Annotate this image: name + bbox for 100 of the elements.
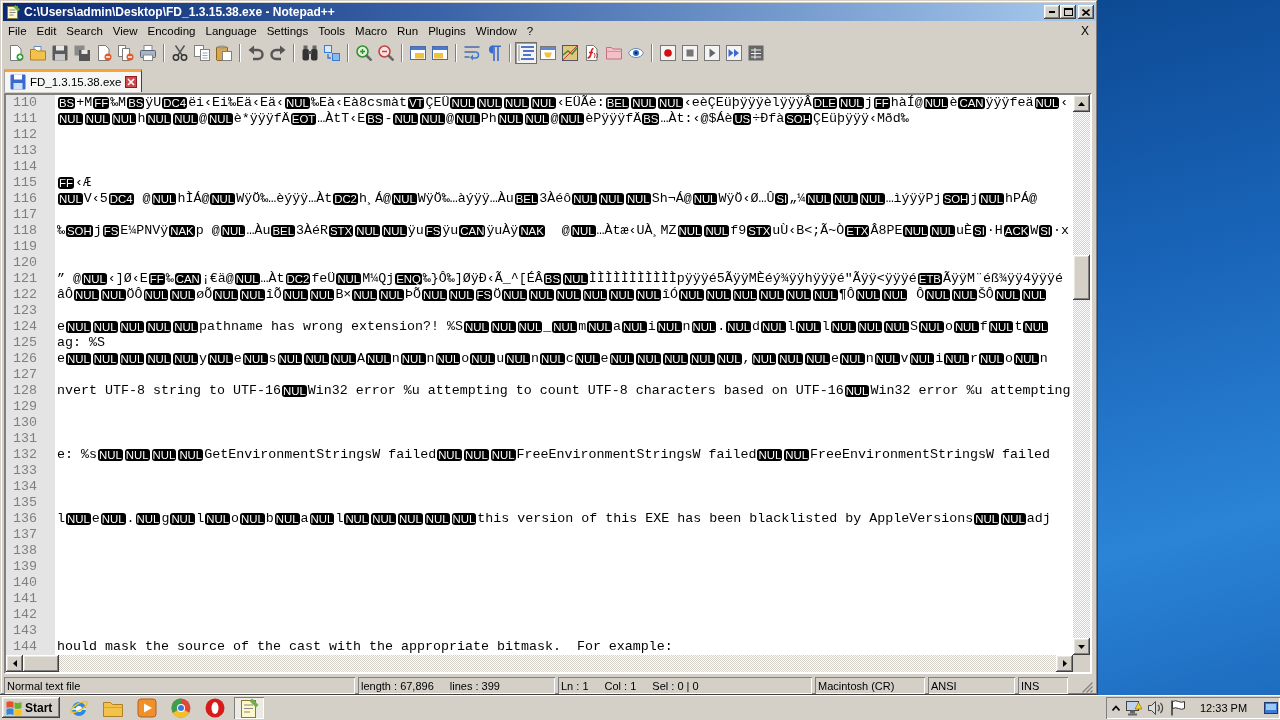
code-text: èPÿÿÿfÄ	[585, 111, 642, 127]
vertical-scrollbar[interactable]	[1073, 95, 1090, 655]
toolbar-button[interactable]	[353, 42, 375, 64]
network-icon[interactable]	[1126, 699, 1142, 716]
code-text: v	[900, 351, 909, 367]
speaker-icon[interactable]	[1148, 699, 1164, 716]
code-text: Sh¬Á@	[651, 191, 692, 207]
control-char: NUL	[331, 353, 356, 365]
close-tab-icon[interactable]	[125, 76, 138, 88]
scrollbar-thumb[interactable]	[23, 655, 59, 672]
line-number: 118	[13, 223, 37, 239]
menu-item[interactable]: Tools	[313, 22, 351, 40]
control-char: NUL	[490, 449, 516, 461]
scroll-up-button[interactable]	[1073, 95, 1090, 112]
eye-icon	[628, 45, 644, 61]
code-text: n	[865, 351, 874, 367]
control-char: NAK	[519, 225, 545, 237]
window-panes-icon	[432, 45, 448, 61]
line-number: 125	[13, 335, 37, 351]
line-number: 112	[13, 127, 37, 143]
line-number: 144	[13, 639, 37, 655]
toolbar-button[interactable]	[559, 42, 581, 64]
scroll-right-button[interactable]	[1056, 655, 1073, 672]
toolbar-button[interactable]	[657, 42, 679, 64]
code-text: FreeEnvironmentStringsW failed	[810, 447, 1051, 463]
minimize-button[interactable]	[1044, 5, 1060, 19]
clipboard-icon	[216, 45, 232, 61]
control-char: NUL	[1034, 97, 1060, 109]
control-char: NUL	[448, 289, 474, 301]
line-number: 130	[13, 415, 37, 431]
menu-item[interactable]: Language	[200, 22, 262, 40]
code-text: feÜ	[311, 271, 336, 287]
control-char: NUL	[1021, 289, 1047, 301]
media-player-icon	[137, 697, 157, 718]
menu-item[interactable]: Edit	[31, 22, 62, 40]
scroll-left-button[interactable]	[6, 655, 23, 672]
control-char: NUL	[517, 321, 543, 333]
menu-item[interactable]: Encoding	[142, 22, 201, 40]
control-char: NUL	[559, 113, 585, 125]
control-char: NUL	[979, 193, 1005, 205]
code-text: GetEnvironmentStringsW failed	[204, 447, 437, 463]
control-char: NUL	[524, 113, 550, 125]
code-text: b	[265, 511, 274, 527]
control-char: BEL	[271, 225, 295, 237]
control-char: NUL	[838, 97, 864, 109]
chevron-up-icon[interactable]	[1112, 704, 1120, 711]
control-char: NUL	[677, 225, 703, 237]
control-char: NUL	[761, 321, 786, 333]
close-button[interactable]	[1078, 5, 1094, 19]
menu-item[interactable]: Plugins	[423, 22, 471, 40]
control-char: SOH	[66, 225, 93, 237]
menu-item[interactable]: Macro	[350, 22, 393, 40]
menu-item[interactable]: Search	[61, 22, 108, 40]
horizontal-scrollbar[interactable]	[6, 655, 1073, 672]
menu-item[interactable]: Window	[470, 22, 522, 40]
toolbar-button[interactable]	[679, 42, 701, 64]
control-char: NUL	[393, 113, 419, 125]
code-text: ÖÔ	[126, 287, 143, 303]
toolbar-button[interactable]	[515, 42, 537, 64]
toolbar-button[interactable]	[723, 42, 745, 64]
status-text: Ln : 1	[561, 679, 589, 692]
code-text: n	[426, 351, 435, 367]
code-text: øÕ	[196, 287, 213, 303]
control-char: NUL	[220, 225, 246, 237]
code-text: WÿÖ‰…àýÿÿ…Àu	[417, 191, 514, 207]
scrollbar-thumb[interactable]	[1073, 255, 1090, 300]
control-char: NUL	[352, 289, 378, 301]
start-button[interactable]: Start	[2, 697, 60, 718]
control-char: ENQ	[395, 273, 422, 285]
file-tab[interactable]: FD_1.3.15.38.exe	[4, 69, 143, 92]
toolbar-button[interactable]	[701, 42, 723, 64]
code-text: j	[970, 191, 979, 207]
menu-item[interactable]: View	[107, 22, 143, 40]
code-text: …ìýÿÿPj	[885, 191, 942, 207]
flag-icon[interactable]	[1170, 699, 1186, 716]
code-text: @	[560, 223, 570, 239]
close-document-button[interactable]: X	[1074, 22, 1096, 40]
code-text: @	[199, 111, 207, 127]
control-char: NUL	[874, 353, 900, 365]
scroll-down-button[interactable]	[1073, 638, 1090, 655]
menu-item[interactable]: ?	[521, 22, 539, 40]
maximize-button[interactable]	[1060, 5, 1076, 19]
toolbar-button[interactable]	[191, 42, 213, 64]
control-char: EOT	[290, 113, 317, 125]
menu-item[interactable]: Settings	[261, 22, 314, 40]
menu-item[interactable]: Run	[392, 22, 424, 40]
clock[interactable]: 12:33 PM	[1200, 701, 1248, 714]
control-char: NUL	[124, 449, 150, 461]
menu-item[interactable]: File	[3, 22, 32, 40]
toolbar-button[interactable]	[137, 42, 159, 64]
screen-icon[interactable]	[1264, 701, 1278, 714]
toolbar-button[interactable]	[375, 42, 397, 64]
control-char: NUL	[806, 193, 832, 205]
control-char: NUL	[988, 321, 1014, 333]
status-text: Sel : 0 | 0	[652, 679, 699, 692]
code-text: „¼	[789, 191, 806, 207]
code-text: ÷Ðfà	[752, 111, 785, 127]
printer-icon	[140, 45, 156, 61]
taskbar-app-button[interactable]	[234, 696, 264, 719]
control-char: NUL	[663, 353, 688, 365]
